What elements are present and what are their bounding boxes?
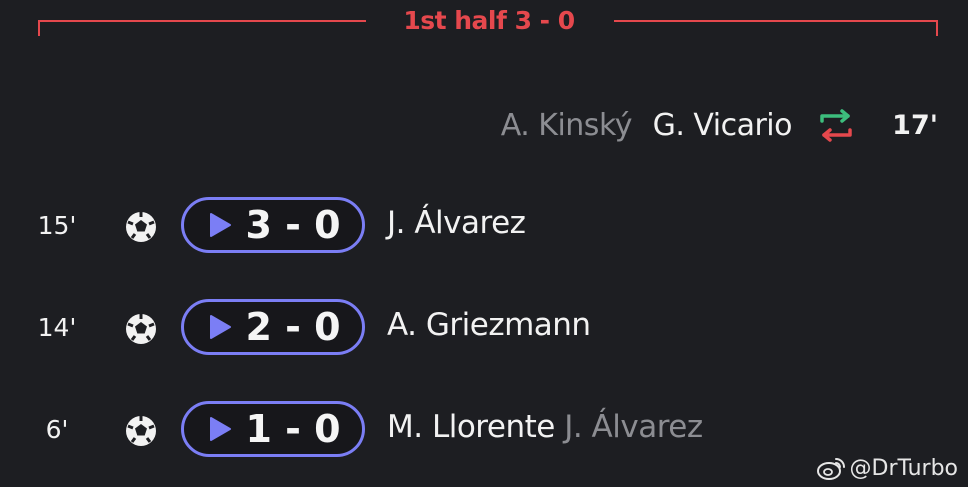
half-title: 1st half 3 - 0 xyxy=(403,6,575,35)
sub-player-out: A. Kinský xyxy=(500,108,633,143)
goal-score: 3 - 0 xyxy=(245,203,341,247)
play-icon xyxy=(210,315,232,339)
goal-minute: 6' xyxy=(45,415,69,444)
sub-player-in: G. Vicario xyxy=(652,108,793,143)
goal-row[interactable]: 14' 2 - 0 A. Griezmann xyxy=(0,297,968,361)
goal-minute: 14' xyxy=(37,313,77,342)
goal-score: 1 - 0 xyxy=(245,407,341,451)
football-icon xyxy=(126,314,156,344)
football-icon xyxy=(126,212,156,242)
assist-name: J. Álvarez xyxy=(564,409,703,445)
football-icon xyxy=(126,416,156,446)
goal-video-button[interactable]: 1 - 0 xyxy=(181,401,365,457)
watermark-text: @DrTurbo xyxy=(849,455,959,481)
header-bracket-right xyxy=(614,20,938,36)
goal-video-button[interactable]: 2 - 0 xyxy=(181,299,365,355)
swap-arrows-icon xyxy=(820,109,852,142)
scorer-name: M. Llorente xyxy=(387,409,555,445)
goal-scorer: J. Álvarez xyxy=(387,205,526,241)
scorer-name: J. Álvarez xyxy=(387,205,526,241)
goal-score: 2 - 0 xyxy=(245,305,341,349)
goal-minute: 15' xyxy=(37,211,77,240)
goal-row[interactable]: 6' 1 - 0 M. Llorente J. Álvarez xyxy=(0,399,968,463)
goal-scorer: A. Griezmann xyxy=(387,307,591,343)
half-header: 1st half 3 - 0 xyxy=(0,0,968,50)
play-icon xyxy=(210,213,232,237)
goal-row[interactable]: 15' 3 - 0 J. Álvarez xyxy=(0,195,968,259)
goal-scorer: M. Llorente J. Álvarez xyxy=(387,409,703,445)
play-icon xyxy=(210,417,232,441)
header-bracket-left xyxy=(38,20,366,36)
substitution-row[interactable]: A. Kinský G. Vicario 17' xyxy=(0,100,968,152)
sub-minute: 17' xyxy=(892,110,938,141)
watermark: @DrTurbo xyxy=(816,455,959,481)
weibo-icon xyxy=(816,458,845,480)
goal-video-button[interactable]: 3 - 0 xyxy=(181,197,365,253)
scorer-name: A. Griezmann xyxy=(387,307,591,343)
